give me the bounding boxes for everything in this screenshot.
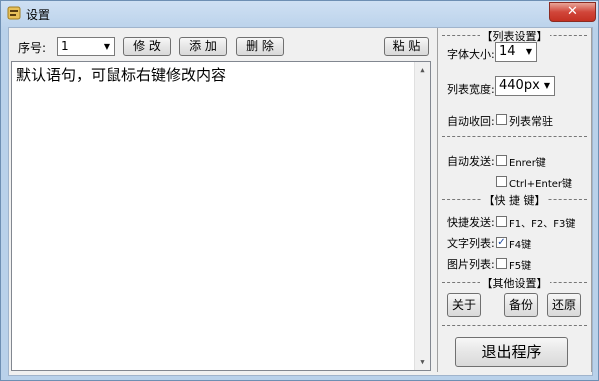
enter-key-checkbox[interactable]: [496, 155, 507, 166]
chevron-down-icon: ▼: [543, 81, 550, 90]
close-icon: ✕: [567, 4, 578, 19]
text-list-checkbox[interactable]: ✓: [496, 237, 507, 248]
settings-window: 设置 ✕ 序号: 1 ▼ 修 改 添 加 删 除 粘 贴 默认语句，可鼠标右键修…: [0, 0, 599, 381]
list-width-label: 列表宽度:: [447, 83, 495, 96]
delete-button[interactable]: 删 除: [236, 37, 284, 56]
auto-send-label: 自动发送:: [447, 155, 495, 168]
index-select-value: 1: [61, 39, 69, 53]
always-show-checkbox[interactable]: [496, 114, 507, 125]
image-list-key: F5键: [509, 261, 532, 272]
list-width-value: 440px: [499, 78, 540, 93]
vertical-scrollbar[interactable]: ▲ ▼: [414, 62, 430, 370]
phrase-editor[interactable]: 默认语句，可鼠标右键修改内容 ▲ ▼: [11, 61, 431, 371]
divider: [442, 136, 587, 137]
auto-collapse-label: 自动收回:: [447, 115, 495, 128]
image-list-label: 图片列表:: [447, 258, 495, 271]
chevron-down-icon: ▼: [525, 47, 532, 56]
scroll-down-icon[interactable]: ▼: [415, 354, 430, 370]
quick-send-label: 快捷发送:: [447, 216, 495, 229]
backup-button[interactable]: 备份: [504, 293, 538, 317]
divider: [442, 325, 587, 326]
shortcuts-header: 【快 捷 键】: [481, 194, 548, 207]
client-area: 序号: 1 ▼ 修 改 添 加 删 除 粘 贴 默认语句，可鼠标右键修改内容 ▲…: [8, 27, 593, 376]
chevron-down-icon: ▼: [103, 42, 110, 51]
text-list-label: 文字列表:: [447, 237, 495, 250]
about-button[interactable]: 关于: [447, 293, 481, 317]
window-title: 设置: [26, 8, 51, 22]
list-width-select[interactable]: 440px ▼: [495, 76, 555, 96]
other-settings-header: 【其他设置】: [479, 277, 550, 290]
app-icon: [7, 6, 21, 20]
paste-button[interactable]: 粘 贴: [384, 37, 429, 56]
text-list-key: F4键: [509, 240, 532, 251]
phrase-editor-content: 默认语句，可鼠标右键修改内容: [16, 66, 227, 84]
add-button[interactable]: 添 加: [179, 37, 227, 56]
quick-send-checkbox[interactable]: [496, 216, 507, 227]
scroll-up-icon[interactable]: ▲: [415, 62, 430, 78]
settings-panel: 【列表设置】 字体大小: 14 ▼ 列表宽度: 440px ▼ 自动收回: 列表…: [437, 28, 592, 372]
ctrl-enter-checkbox[interactable]: [496, 176, 507, 187]
font-size-value: 14: [499, 44, 516, 59]
font-size-select[interactable]: 14 ▼: [495, 42, 537, 62]
index-label: 序号:: [18, 41, 47, 55]
exit-button[interactable]: 退出程序: [455, 337, 568, 367]
quick-send-keys: F1、F2、F3键: [509, 219, 576, 230]
title-bar: 设置 ✕: [1, 1, 598, 25]
image-list-checkbox[interactable]: [496, 258, 507, 269]
index-select[interactable]: 1 ▼: [57, 37, 115, 56]
check-icon: ✓: [497, 237, 506, 248]
font-size-label: 字体大小:: [447, 48, 495, 61]
close-button[interactable]: ✕: [549, 2, 596, 22]
always-show-label: 列表常驻: [509, 115, 553, 128]
restore-button[interactable]: 还原: [547, 293, 581, 317]
enter-key-label: Enrer键: [509, 158, 546, 169]
ctrl-enter-label: Ctrl+Enter键: [509, 179, 573, 190]
edit-button[interactable]: 修 改: [123, 37, 171, 56]
